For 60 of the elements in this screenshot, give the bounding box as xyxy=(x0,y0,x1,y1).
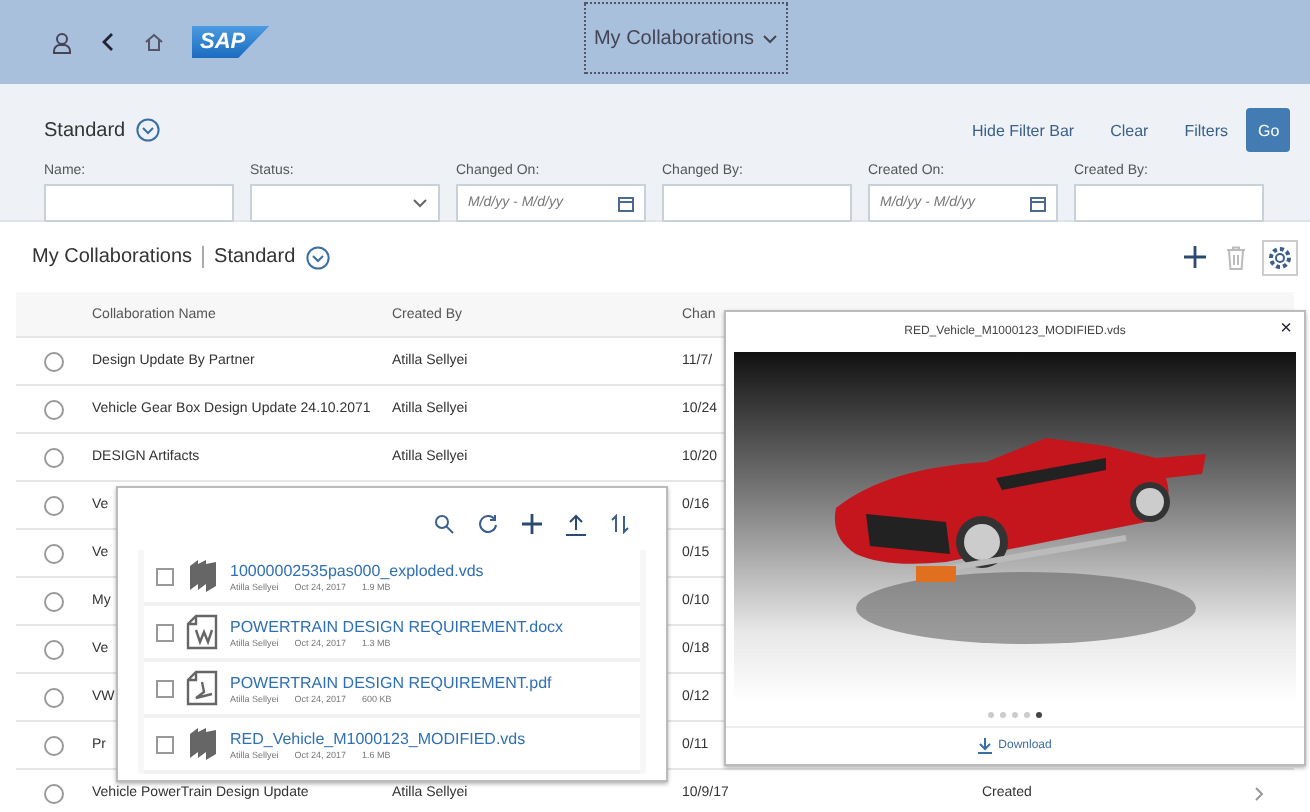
download-icon xyxy=(978,738,993,754)
checkbox[interactable] xyxy=(156,567,174,585)
table-title: My Collaborations xyxy=(32,246,205,268)
add-icon[interactable] xyxy=(522,514,542,534)
pdf-document-icon xyxy=(186,670,218,706)
file-link[interactable]: 10000002535pas000_exploded.vds xyxy=(230,561,484,579)
variant-label: Standard xyxy=(214,246,296,268)
calendar-icon xyxy=(618,195,634,211)
radio-button[interactable] xyxy=(44,399,64,419)
page-dot[interactable] xyxy=(1012,711,1018,717)
refresh-icon[interactable] xyxy=(478,514,498,534)
radio-button[interactable] xyxy=(44,639,64,659)
page-dot[interactable] xyxy=(1036,711,1042,717)
radio-button[interactable] xyxy=(44,351,64,371)
radio-button[interactable] xyxy=(44,687,64,707)
page-dot[interactable] xyxy=(988,711,994,717)
variant-dropdown-icon[interactable] xyxy=(305,245,330,269)
calendar-icon xyxy=(1030,195,1046,211)
close-button[interactable]: × xyxy=(1280,320,1292,340)
layered-sheets-icon xyxy=(186,726,218,762)
radio-button[interactable] xyxy=(44,495,64,515)
dropdown-field[interactable] xyxy=(250,184,440,222)
checkbox[interactable] xyxy=(156,735,174,753)
go-button[interactable]: Go xyxy=(1246,108,1290,152)
back-icon[interactable] xyxy=(100,32,116,52)
file-link[interactable]: POWERTRAIN DESIGN REQUIREMENT.pdf xyxy=(230,673,552,691)
chevron-right-icon[interactable] xyxy=(1254,785,1264,801)
upload-icon[interactable] xyxy=(566,513,586,535)
sort-icon[interactable] xyxy=(610,514,630,534)
checkbox[interactable] xyxy=(156,623,174,641)
search-icon[interactable] xyxy=(434,514,454,534)
filter-action-button[interactable]: Hide Filter Bar xyxy=(953,121,1093,139)
radio-button[interactable] xyxy=(44,591,64,611)
settings-icon[interactable] xyxy=(1268,245,1292,269)
checkbox[interactable] xyxy=(156,679,174,697)
file-link[interactable]: POWERTRAIN DESIGN REQUIREMENT.docx xyxy=(230,617,564,635)
filter-action-button[interactable]: Filters xyxy=(1166,121,1246,139)
variant-dropdown-icon[interactable] xyxy=(135,118,160,142)
filter-action-button[interactable]: Clear xyxy=(1092,121,1167,139)
add-icon[interactable] xyxy=(1184,246,1206,268)
radio-button[interactable] xyxy=(44,735,64,755)
file-link[interactable]: RED_Vehicle_M1000123_MODIFIED.vds xyxy=(230,729,526,747)
user-icon[interactable] xyxy=(52,31,72,53)
delete-icon[interactable] xyxy=(1226,245,1246,269)
chevron-down-icon xyxy=(762,33,779,43)
text-field[interactable] xyxy=(1074,184,1264,222)
logo[interactable]: SAP xyxy=(192,26,270,58)
text-field[interactable] xyxy=(44,184,234,222)
page-dot[interactable] xyxy=(1000,711,1006,717)
page-dot[interactable] xyxy=(1024,711,1030,717)
variant-label: Standard xyxy=(44,119,126,141)
app-title-menu[interactable]: My Collaborations xyxy=(584,2,788,74)
word-document-icon xyxy=(186,614,218,650)
home-icon[interactable] xyxy=(144,32,164,52)
radio-button[interactable] xyxy=(44,783,64,803)
radio-button[interactable] xyxy=(44,447,64,467)
radio-button[interactable] xyxy=(44,543,64,563)
chevron-down-icon xyxy=(412,198,428,208)
text-field[interactable] xyxy=(662,184,852,222)
layered-sheets-icon xyxy=(186,558,218,594)
